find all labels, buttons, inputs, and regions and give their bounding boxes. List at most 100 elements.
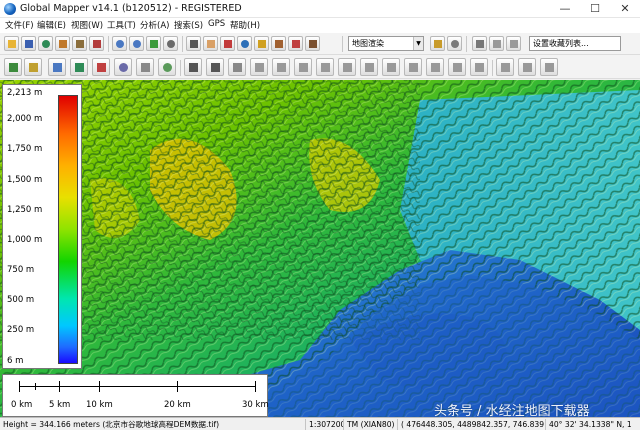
open-folder-button[interactable]: [4, 36, 19, 51]
cursor-icon: [190, 40, 198, 48]
crop-area-button[interactable]: [404, 58, 422, 76]
open-data-button[interactable]: [38, 36, 53, 51]
render-mode-value: 地图渲染: [352, 39, 384, 48]
area-icon: [53, 63, 62, 72]
menu-bar: 文件(F) 编辑(E) 视图(W) 工具(T) 分析(A) 搜索(S) GPS …: [0, 18, 640, 33]
zoom-out-icon: [133, 40, 141, 48]
undo-icon: [501, 63, 510, 72]
split-line-button[interactable]: [250, 58, 268, 76]
maximize-button[interactable]: ☐: [580, 0, 610, 18]
toolbar-separator: [182, 36, 183, 52]
terrain-map[interactable]: [0, 80, 640, 417]
bookmark-forward-button[interactable]: [506, 36, 521, 51]
zoom-in-button[interactable]: [112, 36, 127, 51]
shader-settings-button[interactable]: [447, 36, 462, 51]
bookmark-select[interactable]: 设置收藏列表...: [529, 36, 621, 51]
path-profile-button[interactable]: [271, 36, 286, 51]
snap-icon: [475, 63, 484, 72]
trace-button[interactable]: [448, 58, 466, 76]
picture-icon: [258, 40, 266, 48]
overlay-control-button[interactable]: [72, 36, 87, 51]
menu-help[interactable]: 帮助(H): [230, 19, 260, 31]
menu-view[interactable]: 视图(W): [71, 19, 103, 31]
move-vertex-button[interactable]: [184, 58, 202, 76]
scale-feature-button[interactable]: [316, 58, 334, 76]
measure-tool-button[interactable]: [220, 36, 235, 51]
info-icon: [241, 40, 249, 48]
watermark-text: 头条号 / 水经注地图下载器: [434, 404, 590, 417]
full-view-button[interactable]: [146, 36, 161, 51]
delete-vertex-button[interactable]: [228, 58, 246, 76]
buffer-feature-button[interactable]: [360, 58, 378, 76]
legend-label: 1,000 m: [7, 235, 43, 245]
undo-button[interactable]: [496, 58, 514, 76]
tools-icon: [93, 40, 101, 48]
map-view[interactable]: 2,213 m 2,000 m 1,750 m 1,500 m 1,250 m …: [0, 80, 640, 417]
snap-button[interactable]: [470, 58, 488, 76]
menu-tools[interactable]: 工具(T): [107, 19, 136, 31]
window-title: Global Mapper v14.1 (b120512) - REGISTER…: [20, 3, 242, 14]
trace-icon: [453, 63, 462, 72]
feature-info-button[interactable]: [254, 36, 269, 51]
hand-icon: [207, 40, 215, 48]
menu-edit[interactable]: 编辑(E): [37, 19, 66, 31]
digitizer-select-button[interactable]: [4, 58, 22, 76]
legend-label: 1,500 m: [7, 175, 43, 185]
view-shed-button[interactable]: [288, 36, 303, 51]
3d-view-button[interactable]: [305, 36, 320, 51]
info-tool-button[interactable]: [237, 36, 252, 51]
render-mode-select[interactable]: 地图渲染 ▼: [348, 36, 424, 51]
legend-label: 750 m: [7, 265, 35, 275]
reshape-button[interactable]: [540, 58, 558, 76]
bookmark-icon: [476, 40, 484, 48]
create-line-button[interactable]: [70, 58, 88, 76]
scale-label: 5 km: [49, 400, 71, 410]
legend-label: 500 m: [7, 295, 35, 305]
config-button[interactable]: [89, 36, 104, 51]
shape-icon: [431, 63, 440, 72]
shader-options-button[interactable]: [430, 36, 445, 51]
bookmark-select-value: 设置收藏列表...: [533, 39, 589, 48]
catalog-button[interactable]: [55, 36, 70, 51]
legend-label: 6 m: [7, 356, 24, 366]
floppy-icon: [25, 40, 33, 48]
shape-edit-button[interactable]: [426, 58, 444, 76]
bookmark-back-button[interactable]: [489, 36, 504, 51]
menu-analysis[interactable]: 分析(A): [140, 19, 169, 31]
status-coordinates: ( 476448.305, 4489842.357, 746.839 m ): [398, 419, 546, 430]
pan-tool-button[interactable]: [203, 36, 218, 51]
close-button[interactable]: ✕: [610, 0, 640, 18]
arrow-right-icon: [510, 40, 518, 48]
toolbar-separator: [492, 60, 493, 76]
line-icon: [75, 63, 84, 72]
rotate-icon: [299, 63, 308, 72]
folder-icon: [8, 40, 16, 48]
zoom-tool-button[interactable]: [163, 36, 178, 51]
smooth-feature-button[interactable]: [338, 58, 356, 76]
zoom-out-button[interactable]: [129, 36, 144, 51]
bookmark-add-button[interactable]: [472, 36, 487, 51]
insert-vertex-button[interactable]: [206, 58, 224, 76]
viewshed-icon: [292, 40, 300, 48]
minimize-button[interactable]: —: [550, 0, 580, 18]
combine-area-button[interactable]: [382, 58, 400, 76]
save-button[interactable]: [21, 36, 36, 51]
create-range-ring-button[interactable]: [158, 58, 176, 76]
redo-button[interactable]: [518, 58, 536, 76]
create-area-button[interactable]: [48, 58, 66, 76]
menu-search[interactable]: 搜索(S): [174, 19, 203, 31]
menu-gps[interactable]: GPS: [208, 19, 225, 29]
toolbar-separator: [180, 60, 181, 76]
rotate-feature-button[interactable]: [294, 58, 312, 76]
elevation-color-ramp: [58, 95, 78, 364]
toolbar-separator: [342, 36, 343, 52]
join-line-button[interactable]: [272, 58, 290, 76]
create-grid-button[interactable]: [136, 58, 154, 76]
smooth-icon: [343, 63, 352, 72]
globe-app-icon: [4, 3, 16, 15]
menu-file[interactable]: 文件(F): [5, 19, 34, 31]
create-circle-button[interactable]: [114, 58, 132, 76]
digitizer-edit-button[interactable]: [24, 58, 42, 76]
select-tool-button[interactable]: [186, 36, 201, 51]
create-point-button[interactable]: [92, 58, 110, 76]
